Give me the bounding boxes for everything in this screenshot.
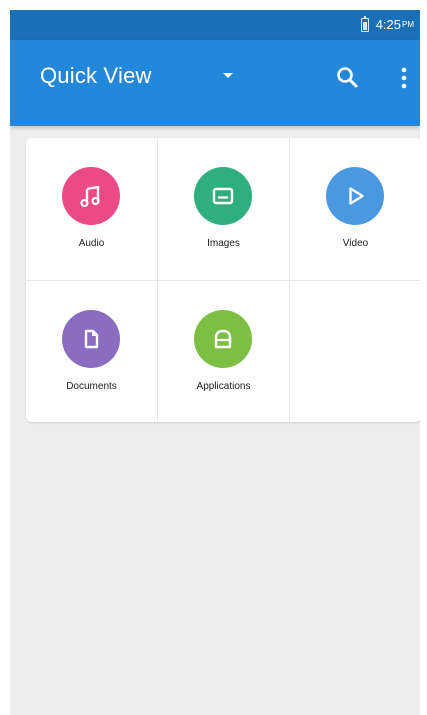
image-icon (212, 187, 234, 205)
category-images[interactable]: Images (158, 138, 289, 280)
category-audio[interactable]: Audio (26, 138, 157, 280)
app-bar: Quick View (10, 40, 420, 126)
search-icon (337, 67, 358, 88)
document-icon (84, 329, 99, 349)
images-icon-circle (194, 167, 252, 225)
category-applications[interactable]: Applications (158, 281, 289, 422)
category-documents[interactable]: Documents (26, 281, 157, 422)
more-options-button[interactable] (394, 62, 414, 94)
category-label: Applications (196, 381, 251, 392)
clock-time: 4:25 (375, 17, 401, 32)
category-label: Audio (78, 238, 105, 249)
video-icon-circle (326, 167, 384, 225)
category-label: Video (342, 238, 369, 249)
category-label: Images (207, 238, 240, 249)
apps-icon (214, 329, 232, 349)
play-icon (349, 187, 364, 205)
applications-icon-circle (194, 310, 252, 368)
category-grid: Audio Images Video Documents Application… (26, 138, 420, 422)
category-video[interactable]: Video (290, 138, 420, 280)
status-indicators: 4:25 PM (360, 15, 414, 32)
dropdown-arrow-icon[interactable] (223, 73, 233, 78)
clock-ampm: PM (402, 20, 414, 29)
battery-icon (360, 15, 369, 32)
documents-icon-circle (62, 310, 120, 368)
category-label: Documents (66, 381, 117, 392)
music-note-icon (80, 185, 100, 208)
empty-grid-cell (290, 281, 420, 422)
quick-view-screen: 4:25 PM Quick View Audio Images Video Do… (10, 10, 420, 715)
audio-icon-circle (62, 167, 120, 225)
page-title[interactable]: Quick View (40, 63, 152, 89)
status-bar: 4:25 PM (10, 10, 420, 40)
more-vert-icon (401, 67, 407, 89)
search-button[interactable] (332, 62, 364, 94)
